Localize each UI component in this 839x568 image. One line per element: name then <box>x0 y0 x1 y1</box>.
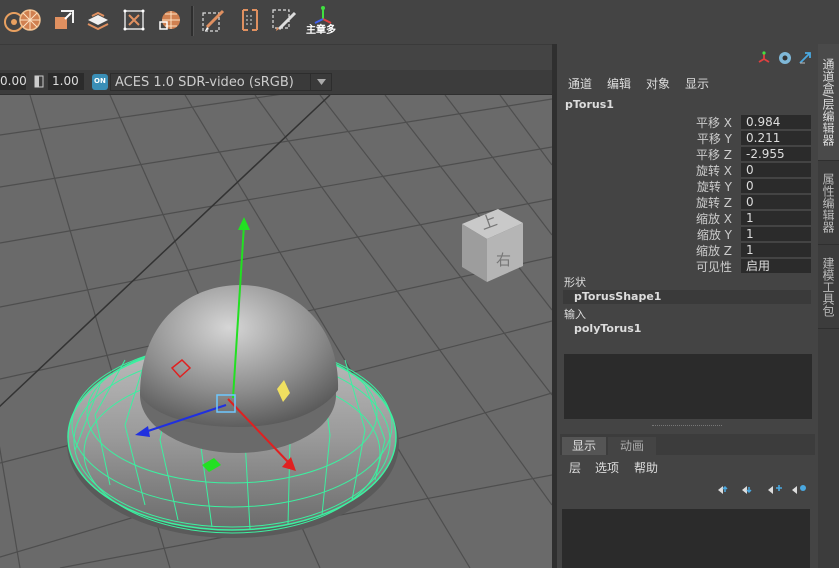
layer-menu-options[interactable]: 选项 <box>595 459 619 476</box>
input-node[interactable]: polyTorus1 <box>563 322 811 336</box>
key-attribute-icon[interactable] <box>778 51 792 68</box>
dropdown-arrow-icon <box>310 74 331 90</box>
channel-box-panel: 通道 编辑 对象 显示 pTorus1 平移 X 0.984 平移 Y 0.21… <box>557 44 818 568</box>
shapes-section-label: 形状 <box>564 276 586 289</box>
gamma-icon[interactable] <box>34 74 44 89</box>
axis-tool-icon[interactable] <box>757 51 771 68</box>
pen-edit-icon[interactable] <box>200 6 228 34</box>
layer-editor-body: 层 选项 帮助 <box>560 455 815 568</box>
tab-modeling-toolkit[interactable]: 建模工具包 <box>818 246 839 329</box>
viewport-scene: 上 右 <box>0 95 552 568</box>
tab-channel-box-layer-editor[interactable]: 通道盒/层编辑器 <box>818 44 839 161</box>
menu-object[interactable]: 对象 <box>646 75 670 92</box>
tab-display[interactable]: 显示 <box>562 437 606 455</box>
side-tab-bar: 通道盒/层编辑器 属性编辑器 建模工具包 <box>818 44 839 568</box>
new-layer-selected-icon[interactable] <box>790 483 808 499</box>
manipulator-icon[interactable]: 主章多 <box>306 6 340 36</box>
layer-list[interactable] <box>562 509 810 568</box>
inputs-section-label: 输入 <box>564 308 586 321</box>
viewport-toolbar: 0.00 1.00 ON ACES 1.0 SDR-video (sRGB) <box>0 70 552 95</box>
menu-channels[interactable]: 通道 <box>568 75 592 92</box>
expand-panel-icon[interactable] <box>798 51 812 68</box>
attr-value-scale-x[interactable]: 1 <box>741 211 811 225</box>
move-layer-down-icon[interactable] <box>740 484 756 499</box>
attr-value-rotate-z[interactable]: 0 <box>741 195 811 209</box>
color-space-label: ACES 1.0 SDR-video (sRGB) <box>115 75 294 90</box>
attr-value-scale-z[interactable]: 1 <box>741 243 811 257</box>
snap-grid-icon[interactable] <box>156 6 184 34</box>
object-name[interactable]: pTorus1 <box>565 98 614 111</box>
attr-value-rotate-x[interactable]: 0 <box>741 163 811 177</box>
attr-value-translate-x[interactable]: 0.984 <box>741 115 811 129</box>
menu-show[interactable]: 显示 <box>685 75 709 92</box>
snap-frame-icon[interactable] <box>120 6 148 34</box>
layer-editor: 显示 动画 层 选项 帮助 <box>560 434 815 568</box>
soft-select-icon[interactable] <box>16 6 44 34</box>
color-management-badge: ON <box>94 77 106 85</box>
attr-value-rotate-y[interactable]: 0 <box>741 179 811 193</box>
layer-menu-help[interactable]: 帮助 <box>634 459 658 476</box>
attr-value-visibility[interactable]: 启用 <box>741 259 811 273</box>
attr-label-translate-x[interactable]: 平移 X <box>557 114 732 131</box>
attr-label-scale-x[interactable]: 缩放 X <box>557 210 732 227</box>
color-space-dropdown[interactable]: ACES 1.0 SDR-video (sRGB) <box>110 73 332 91</box>
3d-viewport[interactable]: 上 右 <box>0 95 552 568</box>
shelf-toolbar: 主章多 <box>0 0 839 45</box>
attr-value-translate-z[interactable]: -2.955 <box>741 147 811 161</box>
exposure-field[interactable]: 0.00 <box>0 73 27 90</box>
attr-label-rotate-x[interactable]: 旋转 X <box>557 162 732 179</box>
new-layer-icon[interactable] <box>766 483 784 499</box>
color-management-toggle[interactable]: ON <box>92 74 108 90</box>
panel-top-icons <box>753 51 815 67</box>
shape-node[interactable]: pTorusShape1 <box>563 290 811 304</box>
attr-label-scale-z[interactable]: 缩放 Z <box>557 242 732 259</box>
attr-value-scale-y[interactable]: 1 <box>741 227 811 241</box>
tab-attribute-editor[interactable]: 属性编辑器 <box>818 162 839 245</box>
channel-box-empty-area <box>564 354 812 419</box>
move-layer-up-icon[interactable] <box>716 484 732 499</box>
attr-label-rotate-z[interactable]: 旋转 Z <box>557 194 732 211</box>
attr-label-visibility[interactable]: 可见性 <box>557 258 732 275</box>
toolbar-separator <box>191 6 194 36</box>
attr-label-translate-z[interactable]: 平移 Z <box>557 146 732 163</box>
attr-label-translate-y[interactable]: 平移 Y <box>557 130 732 147</box>
layer-menu-layers[interactable]: 层 <box>569 459 581 476</box>
tab-animation[interactable]: 动画 <box>608 437 656 455</box>
gamma-field[interactable]: 1.00 <box>48 73 84 90</box>
bracket-select-icon[interactable] <box>236 6 264 34</box>
attr-value-translate-y[interactable]: 0.211 <box>741 131 811 145</box>
manipulator-caption: 主章多 <box>306 25 336 36</box>
brush-select-icon[interactable] <box>270 6 298 34</box>
snap-surface-icon[interactable] <box>50 6 78 34</box>
attr-label-scale-y[interactable]: 缩放 Y <box>557 226 732 243</box>
layer-splitter-handle[interactable] <box>652 425 722 429</box>
snap-layer-icon[interactable] <box>84 6 112 34</box>
menu-edit[interactable]: 编辑 <box>607 75 631 92</box>
view-cube-front-label: 右 <box>496 251 511 269</box>
attr-label-rotate-y[interactable]: 旋转 Y <box>557 178 732 195</box>
